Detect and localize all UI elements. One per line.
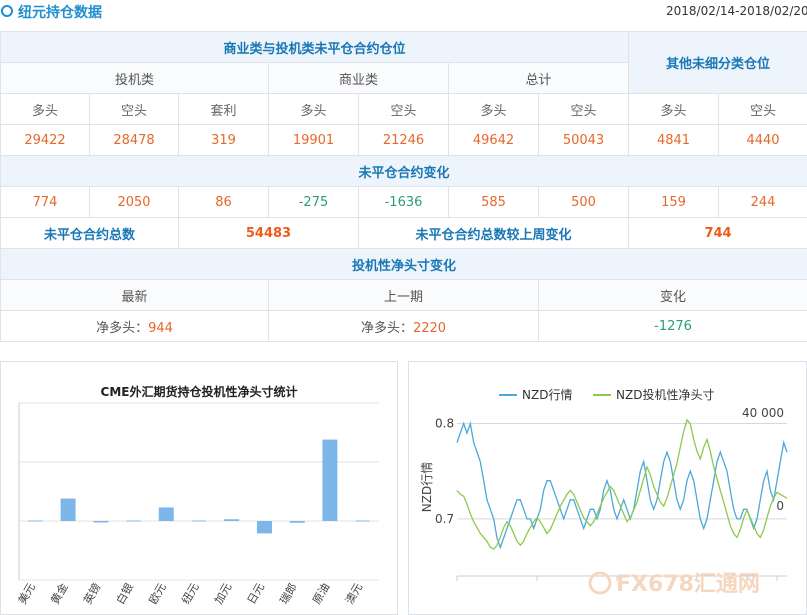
bar (158, 507, 174, 521)
value-cell: 29422 (0, 124, 90, 156)
watermark-text: FX678汇通网 (616, 572, 760, 597)
net-prev-label: 上一期 (268, 279, 539, 311)
spec-short-label: 空头 (89, 93, 179, 125)
net-latest-label: 最新 (0, 279, 269, 311)
x-tick-label: 日元 (245, 581, 267, 607)
change-cell: -1636 (358, 186, 449, 218)
x-tick-label: 白银 (113, 581, 136, 607)
date-range: 2018/02/14-2018/02/20 (666, 4, 807, 18)
total-short-label: 空头 (537, 93, 630, 125)
page-title: 纽元持仓数据 (18, 5, 102, 21)
col-spec-header: 投机类 (0, 62, 269, 94)
bar (93, 521, 109, 523)
net-latest-value: 944 (148, 320, 173, 336)
positions-table: 商业类与投机类未平仓合约仓位 其他未细分类仓位 投机类 商业类 总计 多头 空头… (0, 31, 807, 342)
net-change-value: -1276 (537, 310, 807, 342)
circle-icon (1, 5, 13, 17)
net-prev-value: 2220 (412, 320, 447, 336)
y-right-tick-label: 40 000 (742, 406, 784, 420)
col-total-header: 总计 (447, 62, 630, 94)
net-latest-cell: 净多头：944 (0, 310, 269, 342)
commercial-short-label: 空头 (358, 93, 449, 125)
chart-title: CME外汇期货持仓投机性净头寸统计 (101, 384, 298, 399)
spec-spread-label: 套利 (178, 93, 269, 125)
net-change-label: 变化 (537, 279, 807, 311)
net-latest-prefix: 净多头： (96, 320, 149, 336)
legend-label-nzd: NZD行情 (522, 388, 572, 402)
value-cell: 19901 (268, 124, 359, 156)
oi-change-label: 未平仓合约总数较上周变化 (357, 217, 630, 249)
net-prev-prefix: 净多头： (360, 320, 413, 336)
group-commercial-spec-header: 商业类与投机类未平仓合约仓位 (0, 31, 630, 63)
oi-change-value: 744 (628, 217, 807, 249)
y-left-tick-label: 0.7 (435, 512, 454, 526)
x-tick-label: 原油 (309, 581, 332, 607)
value-cell: 49642 (448, 124, 539, 156)
line-chart: NZD行情 NZD投机性净头寸 0.8 0.7 40 000 0 NZD行情 FX678汇通网 (420, 387, 788, 597)
y-left-axis-label: NZD行情 (420, 462, 434, 512)
value-cell: 21246 (358, 124, 449, 156)
section-header: 纽元持仓数据 2018/02/14-2018/02/20 (0, 0, 807, 24)
x-tick-label: 澳元 (343, 581, 365, 607)
change-cell: 774 (0, 186, 90, 218)
bar (322, 439, 338, 521)
series-line-nzd (456, 420, 788, 550)
other-long-label: 多头 (628, 93, 720, 125)
change-section-header: 未平仓合约变化 (0, 155, 807, 187)
x-tick-label: 英镑 (80, 581, 103, 607)
bar-chart: CME外汇期货持仓投机性净头寸统计美元 黄金 英镑 白银 欧元 纽元 加元 日元 瑞郎 原油 澳元 (16, 384, 379, 607)
x-tick-label: 美元 (16, 581, 38, 607)
commercial-long-label: 多头 (268, 93, 359, 125)
x-tick-label: 瑞郎 (277, 581, 300, 607)
net-section-header: 投机性净头寸变化 (0, 248, 807, 280)
y-right-tick-label: 0 (776, 499, 784, 513)
oi-total-label: 未平仓合约总数 (0, 217, 179, 249)
bar (60, 498, 76, 521)
value-cell: 4841 (628, 124, 720, 156)
change-cell: 86 (178, 186, 269, 218)
y-left-tick-label: 0.8 (435, 417, 454, 431)
change-cell: 585 (448, 186, 539, 218)
x-tick-label: 加元 (212, 581, 234, 607)
change-cell: 244 (718, 186, 807, 218)
watermark-logo: FX678汇通网 (588, 571, 760, 597)
x-tick-label: 纽元 (178, 581, 201, 607)
net-prev-cell: 净多头：2220 (268, 310, 539, 342)
change-cell: 159 (628, 186, 720, 218)
line-chart-panel: NZD行情 NZD投机性净头寸 0.8 0.7 40 000 0 NZD行情 FX678汇通网 (408, 361, 807, 615)
spec-long-label: 多头 (0, 93, 90, 125)
value-cell: 4440 (718, 124, 807, 156)
col-commercial-header: 商业类 (268, 62, 449, 94)
value-cell: 50043 (537, 124, 630, 156)
bar (224, 519, 240, 521)
other-short-label: 空头 (718, 93, 807, 125)
change-cell: -275 (268, 186, 359, 218)
change-cell: 2050 (89, 186, 179, 218)
bar-chart-panel: CME外汇期货持仓投机性净头寸统计美元 黄金 英镑 白银 欧元 纽元 加元 日元 瑞郎 原油 澳元 (0, 361, 398, 615)
total-long-label: 多头 (448, 93, 539, 125)
bar (289, 521, 305, 523)
x-tick-label: 黄金 (48, 581, 71, 607)
oi-total-value: 54483 (178, 217, 359, 249)
value-cell: 319 (178, 124, 269, 156)
value-cell: 28478 (89, 124, 179, 156)
change-cell: 500 (537, 186, 630, 218)
group-other-header: 其他未细分类仓位 (628, 31, 807, 94)
legend-label-position: NZD投机性净头寸 (616, 387, 714, 402)
x-tick-label: 欧元 (147, 581, 169, 607)
bar (256, 521, 272, 534)
